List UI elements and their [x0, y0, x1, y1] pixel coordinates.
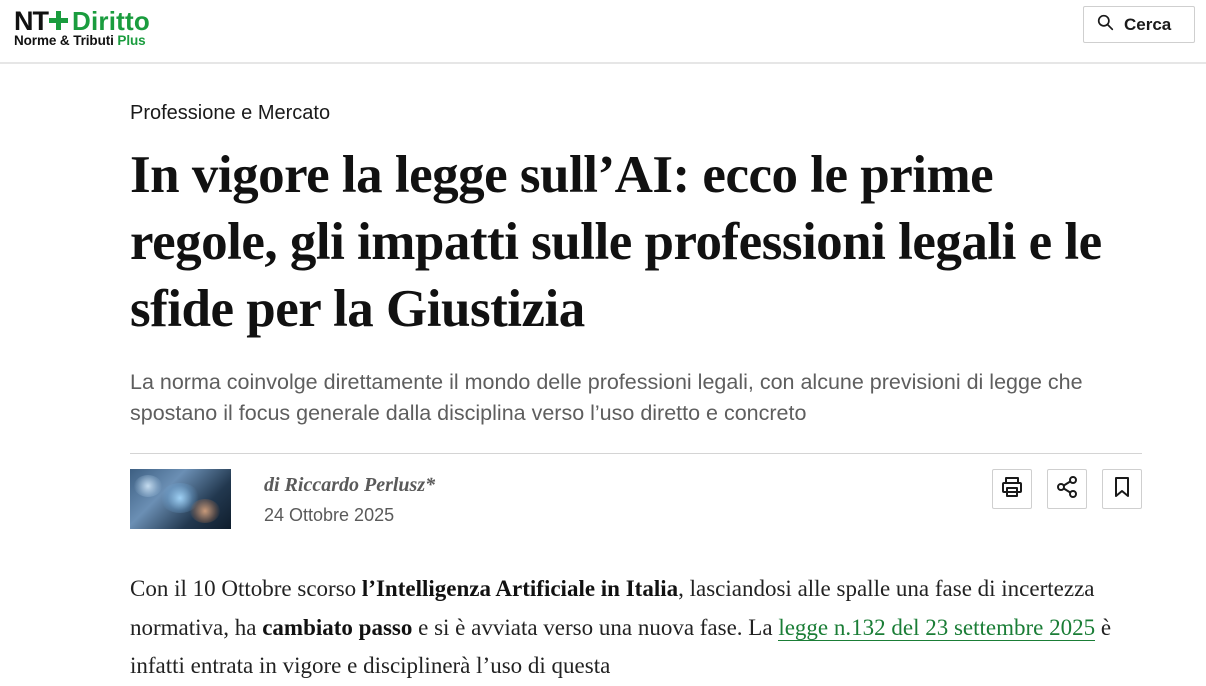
body-bold-text: cambiato passo — [262, 614, 413, 640]
logo-sub-plus: Plus — [117, 33, 146, 48]
plus-icon — [49, 10, 68, 30]
print-button[interactable] — [992, 469, 1032, 509]
author-byline[interactable]: di Riccardo Perlusz* — [264, 474, 435, 497]
search-icon — [1097, 14, 1114, 36]
logo-brand-text: Diritto — [72, 6, 150, 36]
divider — [130, 453, 1142, 454]
publish-date: 24 Ottobre 2025 — [264, 505, 395, 525]
print-icon — [1000, 475, 1024, 504]
bookmark-icon — [1110, 475, 1134, 504]
article-thumbnail[interactable] — [130, 469, 231, 529]
search-button[interactable]: Cerca — [1083, 6, 1195, 43]
article-subtitle: La norma coinvolge direttamente il mondo… — [130, 370, 1083, 425]
bookmark-button[interactable] — [1102, 469, 1142, 509]
body-text: e si è avviata verso una nuova fase. La — [412, 614, 779, 640]
share-icon — [1055, 475, 1079, 504]
body-bold-text: l’Intelligenza Artificiale in Italia — [361, 576, 679, 601]
share-button[interactable] — [1047, 469, 1087, 509]
site-logo[interactable]: NT Diritto Norme & Tributi Plus — [14, 6, 150, 48]
article-title: In vigore la legge sull’AI: ecco le prim… — [130, 146, 1102, 338]
search-label: Cerca — [1124, 14, 1172, 34]
logo-nt-text: NT — [14, 6, 49, 36]
section-link[interactable]: Professione e Mercato — [130, 102, 330, 125]
logo-sub-main: Norme & Tributi — [14, 33, 114, 48]
logo-subtitle: Norme & Tributi Plus — [14, 34, 150, 48]
body-text: Con il 10 Ottobre scorso — [130, 576, 362, 601]
site-header: NT Diritto Norme & Tributi Plus Cerca — [0, 0, 1206, 64]
article-body-paragraph: Con il 10 Ottobre scorso l’Intelligenza … — [130, 570, 1140, 686]
law-link[interactable]: legge n.132 del 23 settembre 2025 — [778, 614, 1096, 641]
